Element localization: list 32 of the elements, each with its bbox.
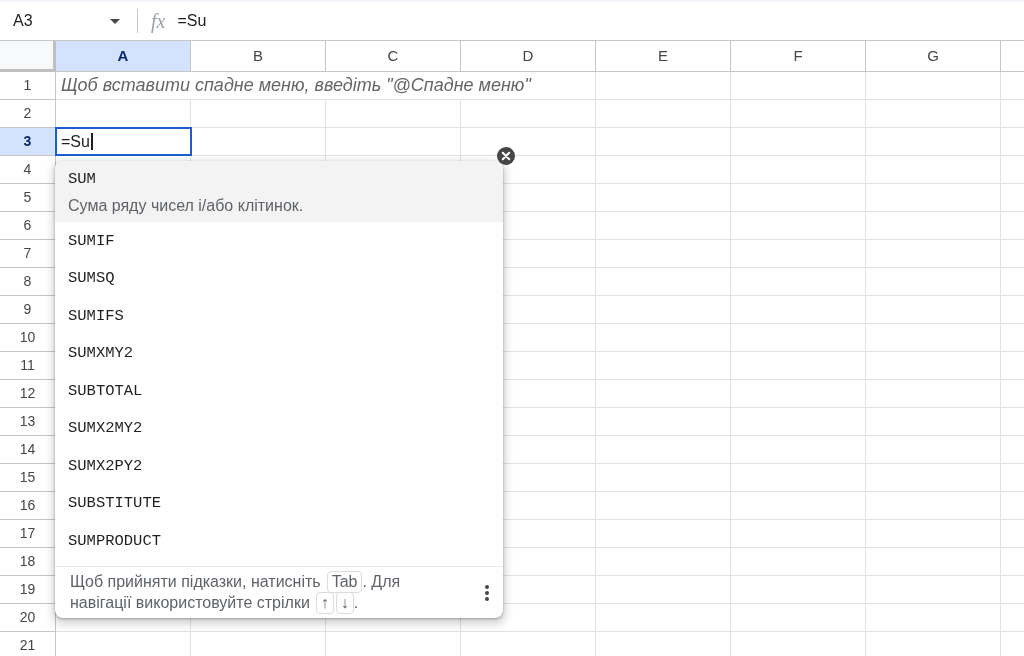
key-label: Tab	[326, 571, 363, 593]
suggestion-item[interactable]: SUMX2MY2	[55, 409, 503, 447]
suggestion-item[interactable]: SUBTOTAL	[55, 372, 503, 410]
row-header[interactable]: 1	[0, 72, 56, 100]
text-cursor-icon	[90, 133, 93, 150]
hint-text: .	[353, 593, 359, 613]
row-header[interactable]: 2	[0, 100, 56, 128]
row-header[interactable]: 3	[0, 128, 56, 156]
fx-label: fx	[151, 9, 166, 35]
suggestion-item[interactable]: SUMSQ	[55, 259, 503, 297]
suggestion-item[interactable]: SUMPRODUCT	[55, 522, 503, 560]
formula-field[interactable]: =Su	[177, 9, 1024, 33]
hint-text: . Для	[362, 572, 401, 592]
key-label: ↓	[335, 592, 354, 614]
cell-hint-text: Щоб вставити спадне меню, введіть "@Спадне меню"	[61, 72, 531, 99]
hint-text: навігації використовуйте стрілки	[70, 593, 310, 613]
hint-text: Щоб прийняти підказки, натисніть	[70, 572, 321, 592]
close-button[interactable]	[497, 147, 515, 165]
suggestion-item[interactable]: SUBSTITUTE	[55, 484, 503, 522]
more-vertical-icon	[485, 584, 489, 601]
suggestion-item[interactable]: SUMXMY2	[55, 334, 503, 372]
suggestion-item[interactable]: SUMIFS	[55, 297, 503, 335]
suggestion-item[interactable]: SUMIF	[55, 222, 503, 260]
caret-down-icon	[110, 18, 120, 24]
row-header[interactable]: 4	[0, 156, 56, 184]
cell-editor[interactable]: =Su	[55, 127, 192, 156]
key-label: ↑	[315, 592, 334, 614]
suggestion-item[interactable]: SUMX2PY2	[55, 447, 503, 485]
close-icon	[497, 147, 515, 165]
name-box[interactable]: A3	[0, 9, 128, 33]
column-header[interactable]: A	[56, 41, 191, 71]
suggestion-item[interactable]: SUM Сума ряду чисел і/або клітинок.	[55, 161, 503, 222]
